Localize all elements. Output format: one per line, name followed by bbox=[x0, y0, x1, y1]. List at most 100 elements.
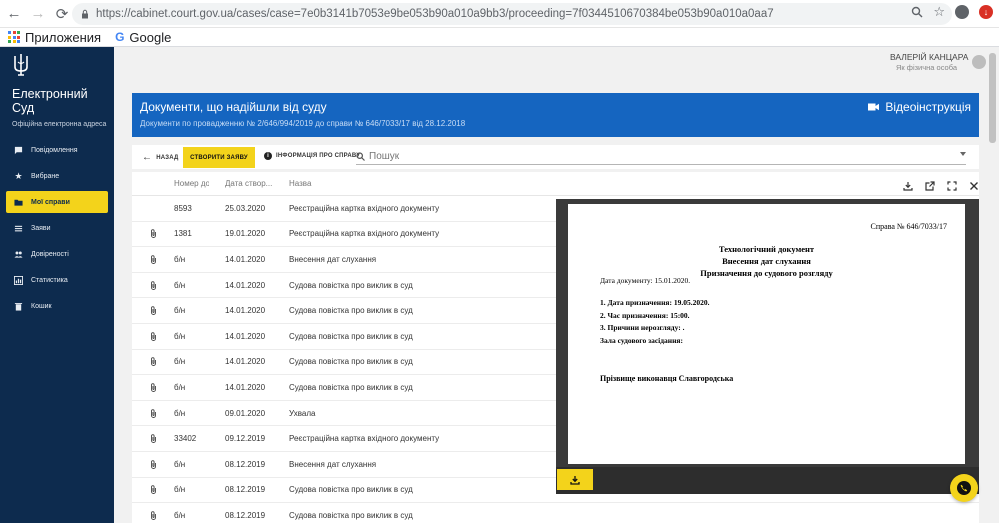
back-arrow-icon[interactable]: ← bbox=[4, 4, 24, 24]
paperclip-icon[interactable] bbox=[150, 280, 157, 290]
brand-line-2: Суд bbox=[12, 101, 35, 115]
column-header-date[interactable]: Дата створ... bbox=[225, 179, 289, 188]
paperclip-icon[interactable] bbox=[150, 485, 157, 495]
case-info-button[interactable]: i ІНФОРМАЦІЯ ПРО СПРАВУ bbox=[264, 152, 360, 160]
attachment-cell bbox=[132, 485, 174, 495]
forward-arrow-icon[interactable]: → bbox=[28, 4, 48, 24]
search-input[interactable] bbox=[369, 150, 949, 162]
brand-line-1: Електронний bbox=[12, 87, 88, 101]
sidebar-item-powers-of-attorney[interactable]: Довіреності bbox=[6, 243, 108, 265]
dropdown-arrow-icon[interactable] bbox=[960, 152, 966, 156]
brand-subtitle: Офіційна електронна адреса bbox=[12, 121, 107, 128]
trident-logo-icon bbox=[14, 54, 28, 76]
cell-name: Внесення дат слухання bbox=[289, 459, 377, 469]
attachment-cell bbox=[132, 306, 174, 316]
star-icon: ★ bbox=[14, 170, 23, 181]
cell-name: Судова повістка про виклик в суд bbox=[289, 357, 413, 367]
avatar bbox=[972, 55, 986, 69]
cell-date: 08.12.2019 bbox=[225, 485, 266, 495]
open-external-icon[interactable] bbox=[925, 181, 935, 191]
attachment-cell bbox=[132, 383, 174, 392]
cell-name: Реєстраційна картка вхідного документу bbox=[289, 203, 440, 213]
sidebar-menu: Повідомлення ★ Вибране Мої справи Заяви … bbox=[6, 139, 108, 321]
column-header-number[interactable]: Номер док... bbox=[174, 179, 209, 188]
sidebar-item-trash[interactable]: Кошик bbox=[6, 295, 108, 317]
sidebar-item-label: Мої справи bbox=[31, 198, 70, 206]
paperclip-icon[interactable] bbox=[150, 383, 157, 392]
bookmark-apps[interactable]: Приложения bbox=[8, 30, 101, 45]
paperclip-icon[interactable] bbox=[150, 332, 157, 341]
cell-number: б/н bbox=[174, 382, 186, 392]
back-label: НАЗАД bbox=[156, 154, 179, 161]
paperclip-icon[interactable] bbox=[150, 434, 157, 444]
list-icon bbox=[14, 225, 23, 231]
cell-name: Судова повістка про виклик в суд bbox=[289, 331, 413, 341]
doc-case-number: Справа № 646/7033/17 bbox=[870, 222, 947, 231]
paperclip-icon[interactable] bbox=[150, 511, 157, 520]
paperclip-icon[interactable] bbox=[150, 229, 157, 239]
cell-name: Судова повістка про виклик в суд bbox=[289, 510, 413, 520]
paperclip-icon[interactable] bbox=[150, 460, 157, 469]
sidebar-item-statistics[interactable]: Статистика bbox=[6, 269, 108, 291]
bookmark-star-icon[interactable]: ☆ bbox=[933, 4, 945, 20]
paperclip-icon[interactable] bbox=[150, 255, 157, 264]
cell-number: 33402 bbox=[174, 434, 197, 444]
profile-icon[interactable] bbox=[955, 5, 969, 19]
page-header: Документи, що надійшли від суду Документ… bbox=[132, 93, 979, 137]
attachment-cell bbox=[132, 332, 174, 341]
doc-details: 1. Дата призначення: 19.05.2020. 2. Час … bbox=[600, 297, 709, 347]
cell-number: б/н bbox=[174, 331, 186, 341]
doc-title-2: Внесення дат слухання bbox=[722, 256, 811, 266]
reload-icon[interactable]: ⟳ bbox=[52, 4, 72, 24]
zoom-icon[interactable] bbox=[911, 6, 923, 18]
page-scrollbar[interactable] bbox=[986, 47, 999, 523]
cell-date: 14.01.2020 bbox=[225, 254, 266, 264]
download-button[interactable] bbox=[557, 469, 593, 490]
paperclip-icon[interactable] bbox=[150, 408, 157, 418]
sidebar: Електронний Суд Офіційна електронна адре… bbox=[0, 47, 114, 523]
video-instruction-label: Відеоінструкція bbox=[885, 100, 971, 114]
paperclip-icon[interactable] bbox=[150, 357, 157, 367]
cell-number: б/н bbox=[174, 357, 186, 367]
doc-executor: Прізвище виконавця Славгородська bbox=[600, 374, 734, 383]
sidebar-item-label: Довіреності bbox=[31, 250, 69, 258]
google-icon: G bbox=[115, 30, 125, 44]
close-icon[interactable] bbox=[969, 181, 979, 191]
sidebar-item-messages[interactable]: Повідомлення bbox=[6, 139, 108, 161]
paperclip-icon[interactable] bbox=[150, 306, 157, 316]
sidebar-item-favorites[interactable]: ★ Вибране bbox=[6, 165, 108, 187]
cell-name: Судова повістка про виклик в суд bbox=[289, 280, 413, 290]
download-icon bbox=[570, 475, 580, 485]
cell-name: Судова повістка про виклик в суд bbox=[289, 382, 413, 392]
url-text: https://cabinet.court.gov.ua/cases/case=… bbox=[96, 8, 774, 20]
attachment-cell bbox=[132, 229, 174, 239]
phone-icon bbox=[957, 481, 971, 495]
sidebar-item-my-cases[interactable]: Мої справи bbox=[6, 191, 108, 213]
download-icon[interactable] bbox=[903, 181, 913, 191]
sidebar-item-applications[interactable]: Заяви bbox=[6, 217, 108, 239]
fullscreen-icon[interactable] bbox=[947, 181, 957, 191]
create-application-button[interactable]: СТВОРИТИ ЗАЯВУ bbox=[183, 147, 255, 168]
doc-line-3: 3. Причини нерозгляду: . bbox=[600, 323, 685, 332]
attachment-cell bbox=[132, 408, 174, 418]
user-menu[interactable]: ВАЛЕРІЙ КАНЦАРА Як фізична особа bbox=[880, 50, 990, 74]
bookmark-label: Приложения bbox=[25, 29, 102, 45]
column-header-name[interactable]: Назва bbox=[289, 179, 311, 188]
video-instruction-link[interactable]: Відеоінструкція bbox=[868, 100, 971, 114]
doc-title: Технологічний документ Внесення дат слух… bbox=[568, 243, 965, 279]
doc-title-1: Технологічний документ bbox=[718, 244, 815, 254]
address-bar[interactable]: https://cabinet.court.gov.ua/cases/case=… bbox=[72, 3, 952, 25]
sidebar-item-label: Заяви bbox=[31, 224, 51, 232]
scrollbar-thumb[interactable] bbox=[989, 53, 996, 143]
cell-name: Судова повістка про виклик в суд bbox=[289, 485, 413, 495]
search-field bbox=[356, 148, 966, 165]
call-button[interactable] bbox=[950, 474, 978, 502]
bookmark-google[interactable]: G Google bbox=[115, 30, 171, 45]
attachment-cell bbox=[132, 280, 174, 290]
table-row[interactable]: б/н 08.12.2019 Судова повістка про виклик … bbox=[132, 503, 979, 523]
attachment-cell bbox=[132, 434, 174, 444]
arrow-left-icon: ← bbox=[142, 152, 153, 163]
back-button[interactable]: ← НАЗАД bbox=[142, 152, 178, 163]
cell-date: 25.03.2020 bbox=[225, 203, 266, 213]
extension-icon[interactable]: ↓ bbox=[979, 5, 993, 19]
